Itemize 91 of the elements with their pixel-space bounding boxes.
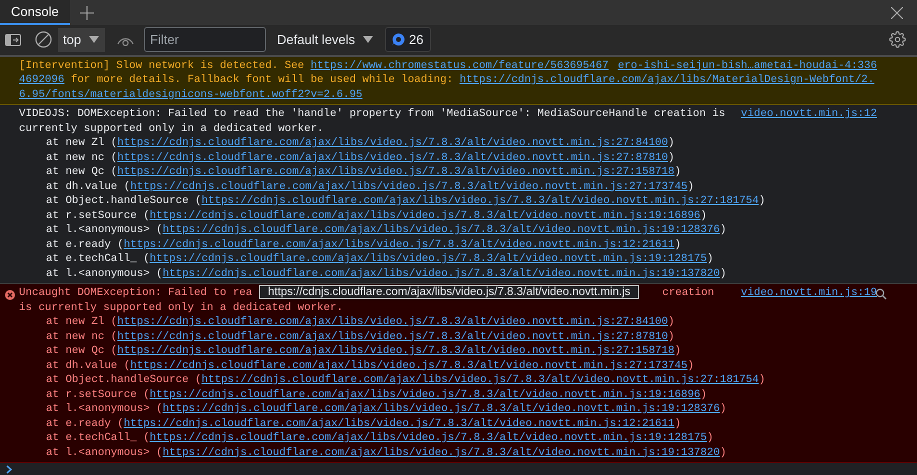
stack-frame-text: ) [720,446,726,460]
stack-frame-link[interactable]: https://cdnjs.cloudflare.com/ajax/libs/video.js/7.8.3/alt/video.novtt.min.js:19:128175 [150,252,707,266]
stack-frame-text: ) [700,388,707,402]
close-icon[interactable] [891,6,903,18]
stack-frame-text: at new nc ( [46,150,118,165]
stack-frame-text: ) [758,194,766,208]
stack-frame-text: at r.setSource ( [46,388,150,402]
stack-frame-text: at new Zl ( [46,315,118,330]
stack-frame-link[interactable]: https://cdnjs.cloudflare.com/ajax/libs/video.js/7.8.3/alt/video.novtt.min.js:27:84100 [117,315,668,330]
stack-frame-text: ) [674,344,681,358]
caret-icon [363,36,374,44]
stack-frame-link[interactable]: https://cdnjs.cloudflare.com/ajax/libs/video.js/7.8.3/alt/video.novtt.min.js:27:181754 [202,373,759,388]
link[interactable]: 4692096 [19,73,64,88]
stack-frame-text: ) [720,402,726,416]
stack-frame-text: ) [668,315,674,330]
stack-frame-text: ) [706,431,714,446]
tooltip: https://cdnjs.cloudflare.com/ajax/libs/video.js/7.8.3/alt/video.novtt.min.js [259,285,640,299]
source-link[interactable]: video.novtt.min.js:12 [740,107,877,122]
stack-frame-text: at l.<anonymous> ( [46,446,163,460]
stack-frame-text: at e.ready ( [46,416,124,431]
stack-frame-text: at e.techCall_ ( [46,431,150,446]
levels-dropdown[interactable]: Default levels [276,30,374,50]
stack-frame-link[interactable]: https://cdnjs.cloudflare.com/ajax/libs/video.js/7.8.3/alt/video.novtt.min.js:27:173745 [130,180,688,194]
source-link[interactable]: video.novtt.min.js:19 [740,286,877,300]
stack-frame-link[interactable]: https://cdnjs.cloudflare.com/ajax/libs/video.js/7.8.3/alt/video.novtt.min.js:27:87810 [117,330,668,344]
stack-frame-text: ) [720,223,726,238]
message-text: is currently supported only in a dedicated worker. [19,300,343,315]
sidebar-icon[interactable] [5,34,21,46]
stack-frame-link[interactable]: https://cdnjs.cloudflare.com/ajax/libs/video.js/7.8.3/alt/video.novtt.min.js:12:21611 [124,416,674,431]
stack-frame-text: at e.ready ( [46,238,124,252]
stack-frame-text: at Object.handleSource ( [46,373,202,388]
message-text: creation [662,286,714,300]
search-icon[interactable] [875,288,887,300]
stack-frame-text: at r.setSource ( [46,208,150,223]
stack-frame-link[interactable]: https://cdnjs.cloudflare.com/ajax/libs/video.js/7.8.3/alt/video.novtt.min.js:19:16896 [150,208,700,223]
stack-frame-text: ) [706,252,714,266]
error-icon [5,290,15,300]
filter-field[interactable]: Filter [144,27,266,52]
stack-frame-text: ) [674,165,681,180]
stack-frame-link[interactable]: https://cdnjs.cloudflare.com/ajax/libs/video.js/7.8.3/alt/video.novtt.min.js:12:21611 [124,238,674,252]
stack-frame-text: at new Qc ( [46,165,118,180]
stack-frame-text: at Object.handleSource ( [46,194,202,208]
stack-frame-text: ) [674,238,681,252]
stack-frame-text: at e.techCall_ ( [46,252,150,266]
stack-frame-text: ) [674,416,681,431]
stack-frame-link[interactable]: https://cdnjs.cloudflare.com/ajax/libs/video.js/7.8.3/alt/video.novtt.min.js:19:137820 [162,266,720,281]
stack-frame-text: at l.<anonymous> ( [46,266,163,281]
stack-frame-text: at dh.value ( [46,358,130,373]
stack-frame-text: ) [668,136,674,150]
message-text: for more details. Fallback font will be used while loading: [70,73,454,88]
message-text: [Intervention] Slow network is detected. See [19,58,306,73]
stack-frame-link[interactable]: https://cdnjs.cloudflare.com/ajax/libs/video.js/7.8.3/alt/video.novtt.min.js:27:158718 [117,165,674,180]
context-dropdown[interactable]: top [58,28,105,52]
stack-frame-link[interactable]: https://cdnjs.cloudflare.com/ajax/libs/video.js/7.8.3/alt/video.novtt.min.js:19:128175 [150,431,707,446]
stack-frame-link[interactable]: https://cdnjs.cloudflare.com/ajax/libs/video.js/7.8.3/alt/video.novtt.min.js:27:84100 [117,136,668,150]
stack-frame-text: at new Zl ( [46,136,118,150]
stack-frame-link[interactable]: https://cdnjs.cloudflare.com/ajax/libs/video.js/7.8.3/alt/video.novtt.min.js:27:87810 [117,150,668,165]
stack-frame-link[interactable]: https://cdnjs.cloudflare.com/ajax/libs/video.js/7.8.3/alt/video.novtt.min.js:19:16896 [150,388,700,402]
stack-frame-text: at new nc ( [46,330,118,344]
stack-frame-text: ) [700,208,707,223]
message-text: currently supported only in a dedicated worker. [19,122,324,136]
stack-frame-link[interactable]: https://cdnjs.cloudflare.com/ajax/libs/video.js/7.8.3/alt/video.novtt.min.js:27:158718 [117,344,674,358]
stack-frame-text: ) [687,358,694,373]
message-text: Uncaught DOMException: Failed to rea [19,286,252,300]
stack-frame-text: ) [687,180,694,194]
stack-frame-text: ) [668,150,674,165]
link[interactable]: 6.95/fonts/materialdesignicons-webfont.woff2?v=2.6.95 [19,88,362,102]
clear-icon[interactable] [35,31,52,48]
stack-frame-text: ) [758,373,766,388]
message-count-badge[interactable]: 26 [385,27,431,52]
stack-frame-link[interactable]: https://cdnjs.cloudflare.com/ajax/libs/video.js/7.8.3/alt/video.novtt.min.js:19:128376 [162,223,720,238]
stack-frame-text: ) [720,266,726,281]
message-text: VIDEOJS: DOMException: Failed to read the 'handle' property from 'MediaSource': MediaSourceHandle creation is [19,107,726,122]
prompt-chevron-icon[interactable] [6,464,13,474]
stack-frame-link[interactable]: https://cdnjs.cloudflare.com/ajax/libs/video.js/7.8.3/alt/video.novtt.min.js:19:128376 [162,402,720,416]
stack-frame-text: at dh.value ( [46,180,130,194]
link[interactable]: https://cdnjs.cloudflare.com/ajax/libs/MaterialDesign-Webfont/2. [460,73,874,88]
settings-icon[interactable] [889,31,906,48]
caret-icon [89,36,100,44]
stack-frame-text: ) [668,330,674,344]
link[interactable]: https://www.chromestatus.com/feature/563695467 [310,58,609,73]
stack-frame-text: at l.<anonymous> ( [46,402,163,416]
source-link[interactable]: ero-ishi-seijun-bish…ametai-houdai-4:336 [618,58,877,73]
stack-frame-text: at new Qc ( [46,344,118,358]
stack-frame-link[interactable]: https://cdnjs.cloudflare.com/ajax/libs/video.js/7.8.3/alt/video.novtt.min.js:27:181754 [202,194,759,208]
message-icon [392,33,406,46]
stack-frame-link[interactable]: https://cdnjs.cloudflare.com/ajax/libs/video.js/7.8.3/alt/video.novtt.min.js:27:173745 [130,358,688,373]
stack-frame-text: at l.<anonymous> ( [46,223,163,238]
plus-icon[interactable] [80,6,94,20]
stack-frame-link[interactable]: https://cdnjs.cloudflare.com/ajax/libs/video.js/7.8.3/alt/video.novtt.min.js:19:137820 [162,446,720,460]
tab[interactable]: Console [0,0,70,26]
